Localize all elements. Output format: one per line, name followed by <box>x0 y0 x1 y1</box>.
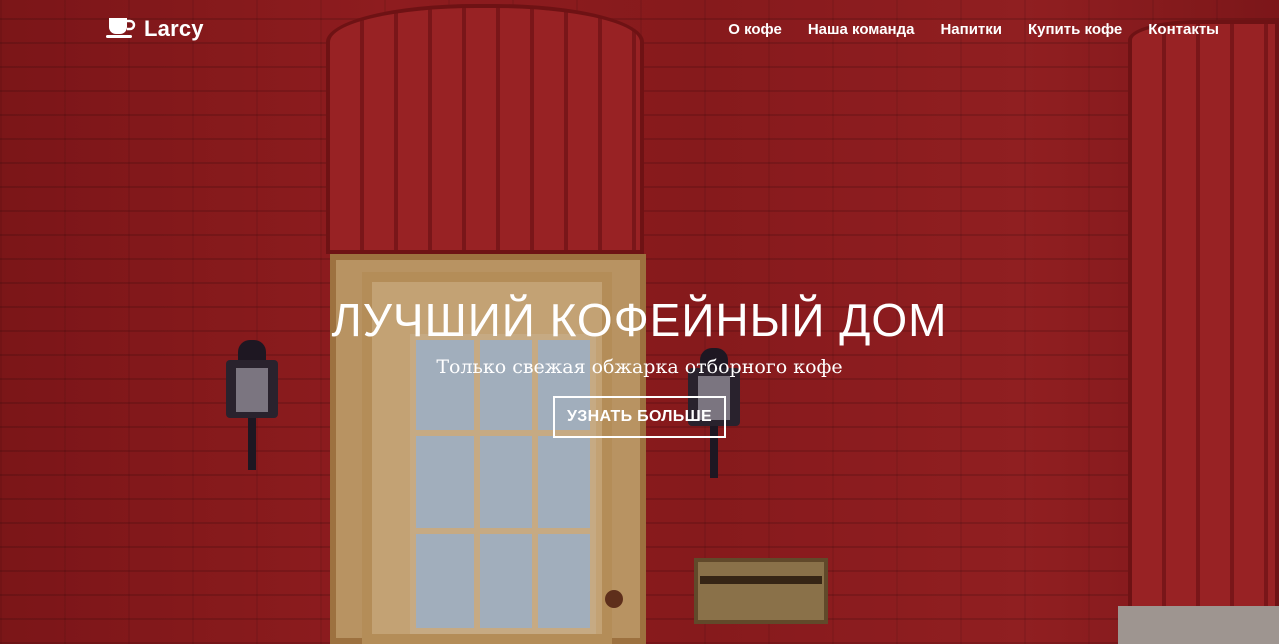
hero-content: ЛУЧШИЙ КОФЕЙНЫЙ ДОМ Только свежая обжарк… <box>0 292 1279 438</box>
nav-link-drinks[interactable]: Напитки <box>940 21 1002 38</box>
learn-more-button[interactable]: УЗНАТЬ БОЛЬШЕ <box>553 396 726 438</box>
brand-name: Larcy <box>144 16 204 41</box>
brand-logo[interactable]: Larcy <box>106 15 204 44</box>
nav-links: О кофе Наша команда Напитки Купить кофе … <box>728 21 1219 38</box>
coffee-cup-icon <box>106 15 136 44</box>
hero-title: ЛУЧШИЙ КОФЕЙНЫЙ ДОМ <box>331 294 948 346</box>
nav-link-our-team[interactable]: Наша команда <box>808 21 915 38</box>
hero-section: Larcy О кофе Наша команда Напитки Купить… <box>0 0 1279 644</box>
hero-subtitle: Только свежая обжарка отборного кофе <box>436 356 843 378</box>
nav-link-contacts[interactable]: Контакты <box>1148 21 1219 38</box>
nav-link-about-coffee[interactable]: О кофе <box>728 21 782 38</box>
nav-link-buy-coffee[interactable]: Купить кофе <box>1028 21 1122 38</box>
navbar: Larcy О кофе Наша команда Напитки Купить… <box>0 0 1279 58</box>
